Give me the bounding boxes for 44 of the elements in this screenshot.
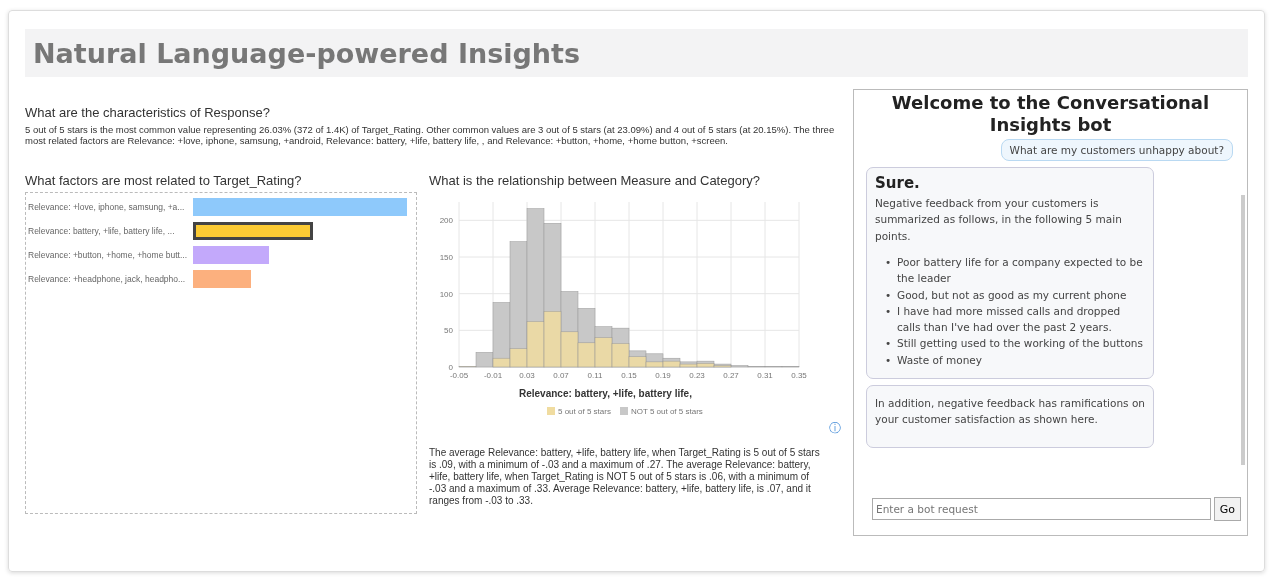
y-tick-label: 150 bbox=[439, 252, 453, 262]
y-tick-label: 100 bbox=[439, 289, 453, 299]
x-tick-label: 0.35 bbox=[791, 370, 807, 380]
summary-paragraph: 5 out of 5 stars is the most common value representing 26.03% (372 of 1.4K) of Target_Rating. Other common values are 3 out of 5 stars (at 23.09%) and 4 out of 5 stars (at 20.15%). The three most related factors are Relevance: +love, iphone, samsung, +android, Relevance: battery, +life, battery life, , and Relevance: +button, +home, +home button, +screen. bbox=[25, 124, 836, 147]
section-heading: What factors are most related to Target_Rating? bbox=[25, 172, 303, 188]
bullet-point: Waste of money bbox=[897, 352, 982, 368]
x-tick-label: 0.23 bbox=[689, 370, 705, 380]
y-tick-label: 0 bbox=[448, 362, 453, 372]
chat-title: Welcome to the Conversational Insights bot bbox=[890, 91, 1211, 136]
factor-label: Relevance: battery, +life, battery life, ... bbox=[27, 225, 176, 236]
x-tick-label: 0.31 bbox=[757, 370, 773, 380]
factor-label: Relevance: +headphone, jack, headpho... bbox=[27, 273, 187, 284]
y-tick-label: 200 bbox=[439, 216, 453, 226]
user-message: What are my customers unhappy about? bbox=[1000, 139, 1233, 162]
bullet-point: Poor battery life for a company expected to be the leader bbox=[897, 255, 1144, 287]
x-tick-label: 0.27 bbox=[723, 370, 739, 380]
x-tick-label: 0.07 bbox=[553, 370, 569, 380]
x-tick-label: -0.01 bbox=[483, 370, 503, 380]
factor-label: Relevance: +love, iphone, samsung, +a... bbox=[27, 201, 186, 212]
bullet-point: I have had more missed calls and dropped calls than I've had over the past 2 years. bbox=[897, 303, 1122, 336]
x-tick-label: 0.03 bbox=[519, 370, 535, 380]
x-tick-label: 0.19 bbox=[655, 370, 671, 380]
message-text: In addition, negative feedback has ramifications on your customer satisfaction as shown here. bbox=[875, 395, 1145, 428]
message-heading: Sure. bbox=[875, 174, 921, 193]
legend-label: NOT 5 out of 5 stars bbox=[630, 406, 703, 416]
section-heading: What is the relationship between Measure and Category? bbox=[429, 172, 761, 188]
message-text: Negative feedback from your customers is summarized as follows, in the following 5 main points. bbox=[875, 196, 1123, 244]
bullet-marker: • bbox=[885, 303, 893, 319]
x-tick-label: 0.15 bbox=[621, 370, 637, 380]
legend-label: 5 out of 5 stars bbox=[558, 406, 611, 416]
summary-paragraph: The average Relevance: battery, +life, battery life, when Target_Rating is 5 out of 5 stars is .09, with a minimum of -.03 and a maximum of .27. The average Relevance: battery, +life, battery life, when Target_Rating is NOT 5 out of 5 stars is .06, with a minimum of -.03 and a maximum of .33. Average Relevance: battery, +life, battery life, is .07, and it ranges from -.03 to .33. bbox=[429, 446, 821, 507]
y-tick-label: 50 bbox=[444, 326, 453, 336]
x-tick-label: -0.05 bbox=[449, 370, 469, 380]
section-heading: What are the characteristics of Response? bbox=[25, 105, 271, 120]
bullet-marker: • bbox=[885, 287, 893, 303]
x-tick-label: 0.11 bbox=[587, 370, 603, 380]
bullet-marker: • bbox=[885, 336, 893, 352]
page-title: Natural Language-powered Insights bbox=[33, 37, 580, 69]
factor-label: Relevance: +button, +home, +home butt... bbox=[27, 249, 188, 260]
bullet-marker: • bbox=[885, 255, 893, 270]
bullet-point: Good, but not as good as my current phone bbox=[897, 287, 1127, 303]
bullet-marker: • bbox=[885, 352, 893, 368]
bullet-point: Still getting used to the working of the buttons bbox=[897, 336, 1143, 352]
axis-title: Relevance: battery, +life, battery life, bbox=[518, 387, 693, 399]
